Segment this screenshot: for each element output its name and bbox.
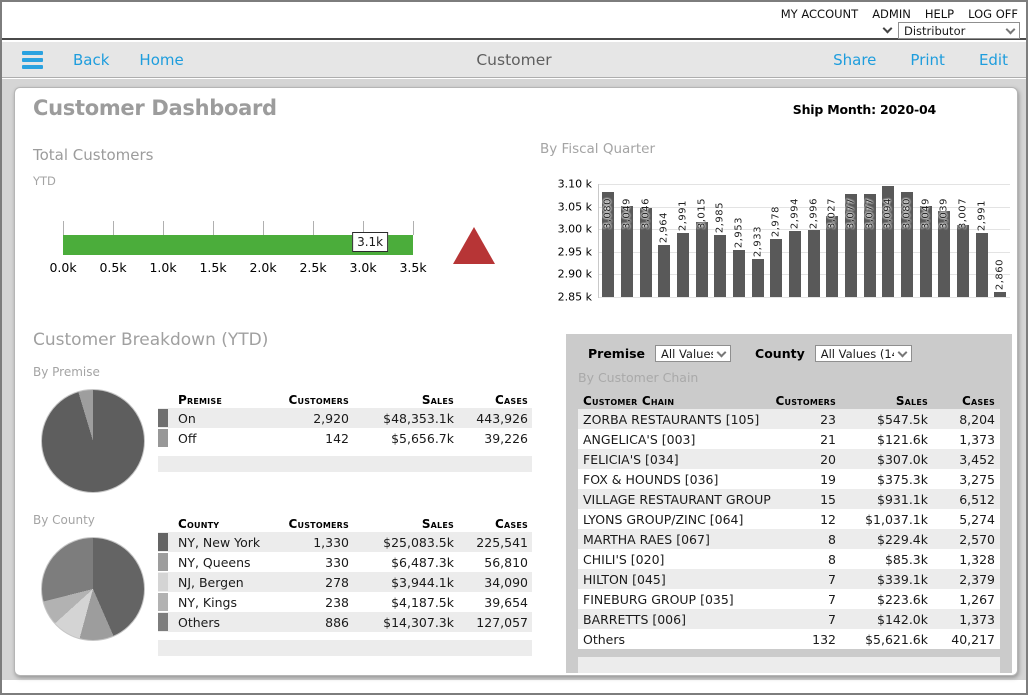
top-bar: MY ACCOUNT ADMIN HELP LOG OFF Distributor [2, 2, 1026, 40]
edit-button[interactable]: Edit [979, 51, 1008, 69]
col-header-customers: Customers [269, 517, 349, 531]
series-swatch [158, 533, 168, 551]
table-row: ZORBA RESTAURANTS [105] 23 $547.5k 8,204 [578, 409, 1000, 429]
col-header-sales: Sales [836, 394, 928, 408]
table-row: FELICIA'S [034] 20 $307.0k 3,452 [578, 449, 1000, 469]
table-row: Off 142 $5,656.7k 39,226 [158, 428, 532, 448]
distributor-row: Distributor [884, 22, 1020, 39]
by-premise-label: By Premise [33, 365, 100, 379]
table-row: NY, Kings 238 $4,187.5k 39,654 [158, 592, 532, 612]
table-row: NY, New York 1,330 $25,083.5k 225,541 [158, 532, 532, 552]
series-swatch [158, 553, 168, 571]
col-header-customers: Customers [774, 394, 836, 408]
table-row: FOX & HOUNDS [036] 19 $375.3k 3,275 [578, 469, 1000, 489]
top-link[interactable]: MY ACCOUNT [781, 7, 858, 21]
total-customers-heading: Total Customers [33, 146, 153, 164]
chevron-down-icon [894, 346, 911, 361]
county-table: County Customers Sales Cases NY, New Yor… [158, 515, 532, 656]
distributor-select[interactable]: Distributor [898, 22, 1020, 39]
breakdown-heading: Customer Breakdown (YTD) [33, 330, 268, 350]
premise-pie-chart [41, 389, 145, 493]
series-swatch [158, 613, 168, 631]
account-links: MY ACCOUNT ADMIN HELP LOG OFF [781, 7, 1018, 21]
premise-filter-select[interactable]: All Values (... [655, 345, 731, 362]
table-row: On 2,920 $48,353.1k 443,926 [158, 408, 532, 428]
customer-chain-table: Customer Chain Customers Sales Cases ZOR… [578, 392, 1000, 673]
col-header-sales: Sales [349, 517, 454, 531]
top-link[interactable]: HELP [925, 7, 954, 21]
premise-filter-label: Premise [588, 346, 645, 361]
table-row: NJ, Bergen 278 $3,944.1k 34,090 [158, 572, 532, 592]
chevron-down-icon[interactable] [883, 24, 893, 34]
table-row: Others 132 $5,621.6k 40,217 [578, 629, 1000, 649]
col-header-cases: Cases [454, 517, 532, 531]
series-swatch [158, 429, 168, 447]
chevron-down-icon [1002, 23, 1019, 38]
series-swatch [158, 409, 168, 427]
col-header-cases: Cases [454, 393, 532, 407]
content-area: Customer Dashboard Ship Month: 2020-04 T… [2, 79, 1026, 693]
table-row: VILLAGE RESTAURANT GROUP 15 $931.1k 6,51… [578, 489, 1000, 509]
fiscal-quarter-chart: 3.10 k3.05 k3.00 k2.95 k2.90 k2.85 k 3,0… [598, 184, 1010, 298]
table-row: NY, Queens 330 $6,487.3k 56,810 [158, 552, 532, 572]
col-header-premise: Premise [174, 393, 269, 407]
dashboard-card: Customer Dashboard Ship Month: 2020-04 T… [14, 87, 1018, 676]
dashboard-title: Customer Dashboard [33, 96, 277, 120]
ship-month-label: Ship Month: 2020-04 [793, 102, 936, 117]
county-pie-chart [41, 537, 145, 641]
table-row: ANGELICA'S [003] 21 $121.6k 1,373 [578, 429, 1000, 449]
col-header-customer-chain: Customer Chain [578, 394, 774, 408]
by-county-label: By County [33, 513, 95, 527]
col-header-county: County [174, 517, 269, 531]
county-filter-select[interactable]: All Values (14) [815, 345, 912, 362]
trend-up-indicator-icon [453, 227, 495, 264]
top-link[interactable]: ADMIN [872, 7, 911, 21]
series-swatch [158, 593, 168, 611]
share-button[interactable]: Share [833, 51, 876, 69]
table-row: CHILI'S [020] 8 $85.3k 1,328 [578, 549, 1000, 569]
table-row: HILTON [045] 7 $339.1k 2,379 [578, 569, 1000, 589]
by-customer-chain-label: By Customer Chain [578, 370, 698, 385]
print-button[interactable]: Print [910, 51, 945, 69]
table-row: MARTHA RAES [067] 8 $229.4k 2,570 [578, 529, 1000, 549]
county-filter-label: County [755, 346, 805, 361]
total-customers-gauge: 3.1k 0.0k0.5k1.0k1.5k2.0k2.5k3.0k3.5k [63, 218, 413, 276]
distributor-select-value: Distributor [899, 23, 1002, 38]
chevron-down-icon [713, 346, 730, 361]
col-header-customers: Customers [269, 393, 349, 407]
top-link[interactable]: LOG OFF [968, 7, 1018, 21]
table-row: BARRETTS [006] 7 $142.0k 1,373 [578, 609, 1000, 629]
premise-table: Premise Customers Sales Cases On 2,920 $… [158, 391, 532, 472]
gauge-marker: 3.1k [352, 232, 388, 252]
series-swatch [158, 573, 168, 591]
table-row: FINEBURG GROUP [035] 7 $223.6k 1,267 [578, 589, 1000, 609]
nav-bar: Back Home Customer Share Print Edit [2, 42, 1026, 78]
table-row: LYONS GROUP/ZINC [064] 12 $1,037.1k 5,27… [578, 509, 1000, 529]
fiscal-quarter-heading: By Fiscal Quarter [540, 141, 655, 157]
app-window: MY ACCOUNT ADMIN HELP LOG OFF Distributor B… [0, 0, 1028, 695]
table-row: Others 886 $14,307.3k 127,057 [158, 612, 532, 632]
customer-chain-panel: Premise All Values (... County All Value… [566, 334, 1012, 673]
fiscal-bars: 3,0803,0493,0462,9642,9913,0152,9852,953… [599, 184, 1010, 297]
col-header-sales: Sales [349, 393, 454, 407]
ytd-label: YTD [33, 174, 56, 188]
col-header-cases: Cases [928, 394, 1000, 408]
